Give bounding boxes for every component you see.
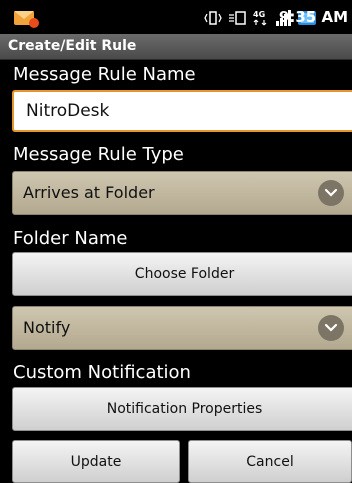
rule-type-label: Message Rule Type (13, 144, 184, 165)
vibrate-icon (204, 11, 222, 25)
rule-type-spinner[interactable]: Arrives at Folder (12, 171, 352, 215)
rule-type-value: Arrives at Folder (23, 183, 155, 202)
folder-name-label: Folder Name (13, 228, 128, 249)
chevron-down-icon (318, 315, 344, 341)
status-time: 9:35 AM (278, 8, 348, 26)
data-sync-icon (229, 11, 246, 25)
rule-name-input[interactable]: NitroDesk (12, 90, 352, 132)
cancel-button[interactable]: Cancel (188, 440, 352, 483)
rule-name-label: Message Rule Name (13, 64, 196, 85)
sms-notification-icon[interactable] (12, 9, 40, 29)
choose-folder-button[interactable]: Choose Folder (12, 252, 352, 296)
status-bar: 4G 9:35 AM (0, 0, 352, 34)
action-spinner[interactable]: Notify (12, 306, 352, 350)
4g-icon: 4G (253, 10, 267, 26)
svg-text:4G: 4G (253, 10, 265, 19)
title-bar: Create/Edit Rule (0, 34, 352, 60)
action-value: Notify (23, 318, 71, 337)
notification-properties-button[interactable]: Notification Properties (12, 387, 352, 431)
chevron-down-icon (318, 180, 344, 206)
update-button[interactable]: Update (12, 440, 180, 483)
custom-notification-label: Custom Notification (13, 362, 191, 383)
